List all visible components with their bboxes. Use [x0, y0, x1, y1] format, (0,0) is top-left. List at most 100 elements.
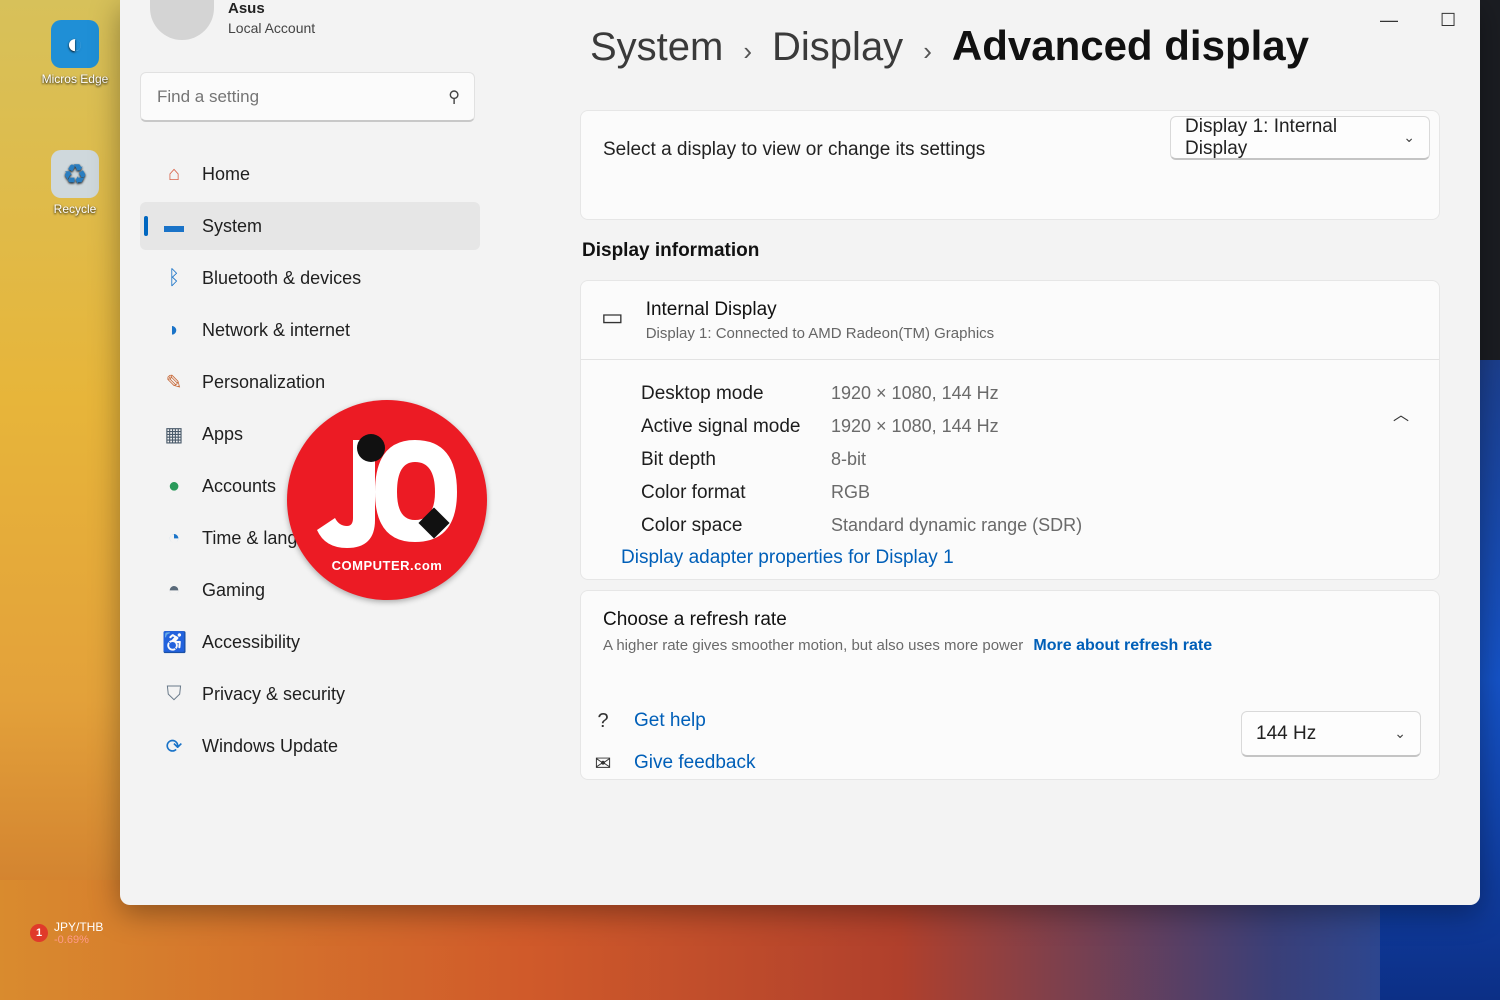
display-name: Internal Display	[645, 299, 777, 320]
give-feedback-link[interactable]: Give feedback	[634, 752, 755, 774]
minimize-button[interactable]: —	[1380, 10, 1398, 31]
property-value: RGB	[831, 482, 871, 502]
refresh-rate-title: Choose a refresh rate	[603, 609, 787, 630]
refresh-rate-description-text: A higher rate gives smoother motion, but…	[603, 637, 1024, 654]
avatar	[150, 0, 214, 40]
refresh-rate-value: 144 Hz	[1256, 722, 1317, 744]
sidebar-item-bluetooth[interactable]: ᛒ Bluetooth & devices	[140, 254, 480, 302]
sidebar-item-label: System	[202, 215, 263, 236]
property-value: 1920 × 1080, 144 Hz	[831, 383, 999, 403]
logo-site-text: COMPUTER.com	[331, 558, 443, 573]
sidebar-item-label: Home	[202, 163, 251, 184]
property-label: Color space	[641, 514, 743, 536]
desktop-icon-label: Micros Edge	[41, 72, 109, 86]
breadcrumb-system[interactable]: System	[590, 25, 723, 70]
currency-change: -0.69%	[54, 934, 89, 946]
person-icon: ●	[167, 474, 181, 497]
sidebar-item-home[interactable]: ⌂ Home	[140, 150, 480, 198]
breadcrumb: System › Display › Advanced display	[590, 22, 1309, 70]
give-feedback-row[interactable]: ✉ Give feedback	[590, 742, 756, 784]
property-label: Desktop mode	[641, 382, 764, 404]
wifi-icon: ◗	[167, 318, 181, 341]
sidebar-item-label: Apps	[202, 423, 244, 444]
display-adapter-properties-link[interactable]: Display adapter properties for Display 1	[621, 547, 954, 569]
more-about-refresh-rate-link[interactable]: More about refresh rate	[1033, 637, 1212, 654]
globe-clock-icon: ◔	[167, 526, 181, 549]
recycle-bin-icon: ♻	[51, 150, 99, 198]
breadcrumb-separator: ›	[923, 36, 932, 66]
notification-badge: 1	[30, 924, 48, 942]
property-label: Color format	[641, 481, 746, 503]
sidebar-item-windows-update[interactable]: ⟳ Windows Update	[140, 722, 480, 770]
sidebar-item-label: Personalization	[202, 371, 326, 392]
display-information-card: ▭ Internal Display Display 1: Connected …	[580, 280, 1440, 580]
sidebar-item-privacy[interactable]: ⛉ Privacy & security	[140, 670, 480, 718]
section-title-display-information: Display information	[582, 240, 760, 261]
refresh-rate-dropdown[interactable]: 144 Hz ⌄	[1241, 711, 1421, 757]
select-display-label: Select a display to view or change its s…	[603, 139, 986, 160]
feedback-icon: ✉	[594, 752, 612, 775]
profile-account-type: Local Account	[228, 20, 316, 36]
property-row: Bit depth 8-bit	[641, 443, 1161, 476]
desktop-icon-edge[interactable]: ◐ Micros Edge	[40, 20, 110, 86]
search-box[interactable]: ⚲	[140, 72, 475, 122]
property-label: Active signal mode	[641, 415, 801, 437]
brush-icon: ✎	[165, 371, 183, 394]
shield-icon: ⛉	[166, 682, 182, 705]
sidebar-item-accessibility[interactable]: ♿ Accessibility	[140, 618, 480, 666]
apps-icon: ▦	[164, 423, 184, 446]
sidebar-item-system[interactable]: ▬ System	[140, 202, 480, 250]
property-row: Color format RGB	[641, 476, 1161, 509]
search-input[interactable]	[155, 85, 419, 108]
sidebar-item-label: Windows Update	[202, 735, 339, 756]
get-help-row[interactable]: ? Get help	[590, 700, 755, 742]
sidebar-item-network[interactable]: ◗ Network & internet	[140, 306, 480, 354]
gamepad-icon: ◓	[167, 578, 181, 601]
property-row: Active signal mode 1920 × 1080, 144 Hz	[641, 410, 1161, 443]
sidebar-item-label: Privacy & security	[202, 683, 346, 704]
currency-pair: JPY/THB	[54, 920, 104, 934]
chevron-up-icon[interactable]: ︿	[1393, 401, 1409, 425]
sidebar-item-label: Gaming	[202, 579, 266, 600]
taskbar-stock-widget[interactable]: 1 JPY/THB -0.69%	[30, 920, 103, 946]
sidebar-item-label: Bluetooth & devices	[202, 267, 362, 288]
sidebar-item-label: Network & internet	[202, 319, 351, 340]
property-value: 8-bit	[831, 449, 867, 469]
profile-name: Asus	[228, 0, 265, 17]
breadcrumb-display[interactable]: Display	[772, 25, 903, 70]
display-select-value: Display 1: Internal Display	[1185, 115, 1338, 159]
help-person-icon: ?	[597, 709, 609, 732]
maximize-button[interactable]: ☐	[1440, 10, 1456, 31]
desktop-icon-label: Recycle	[53, 202, 97, 216]
property-value: 1920 × 1080, 144 Hz	[831, 416, 999, 436]
bluetooth-icon: ᛒ	[168, 266, 180, 289]
accessibility-icon: ♿	[162, 631, 187, 654]
display-select-dropdown[interactable]: Display 1: Internal Display ⌄	[1170, 116, 1430, 160]
breadcrumb-separator: ›	[743, 36, 753, 66]
sidebar-item-personalization[interactable]: ✎ Personalization	[140, 358, 480, 406]
property-label: Bit depth	[641, 448, 716, 470]
edge-icon: ◐	[51, 20, 99, 68]
divider	[581, 359, 1439, 360]
page-title: Advanced display	[951, 22, 1309, 69]
get-help-link[interactable]: Get help	[634, 710, 706, 732]
property-row: Color space Standard dynamic range (SDR)	[641, 509, 1161, 542]
property-row: Desktop mode 1920 × 1080, 144 Hz	[641, 377, 1161, 410]
sidebar-item-label: Accounts	[202, 475, 277, 496]
search-icon[interactable]: ⚲	[448, 87, 460, 107]
desktop-icon-recycle[interactable]: ♻ Recycle	[40, 150, 110, 216]
chevron-down-icon: ⌄	[1394, 725, 1406, 741]
watermark-logo: COMPUTER.com	[287, 400, 487, 600]
sidebar-item-label: Accessibility	[202, 631, 301, 652]
chevron-down-icon: ⌄	[1403, 129, 1415, 145]
laptop-icon: ▭	[601, 304, 624, 331]
home-icon: ⌂	[167, 162, 181, 185]
display-connection: Display 1: Connected to AMD Radeon(TM) G…	[645, 325, 995, 342]
profile[interactable]: Asus Local Account	[150, 0, 315, 40]
property-value: Standard dynamic range (SDR)	[831, 515, 1083, 535]
help-links: ? Get help ✉ Give feedback	[590, 700, 756, 784]
refresh-rate-description: A higher rate gives smoother motion, but…	[603, 637, 1212, 655]
system-icon: ▬	[164, 214, 184, 237]
display-information-header[interactable]: ▭ Internal Display Display 1: Connected …	[601, 299, 994, 342]
update-icon: ⟳	[165, 735, 183, 758]
